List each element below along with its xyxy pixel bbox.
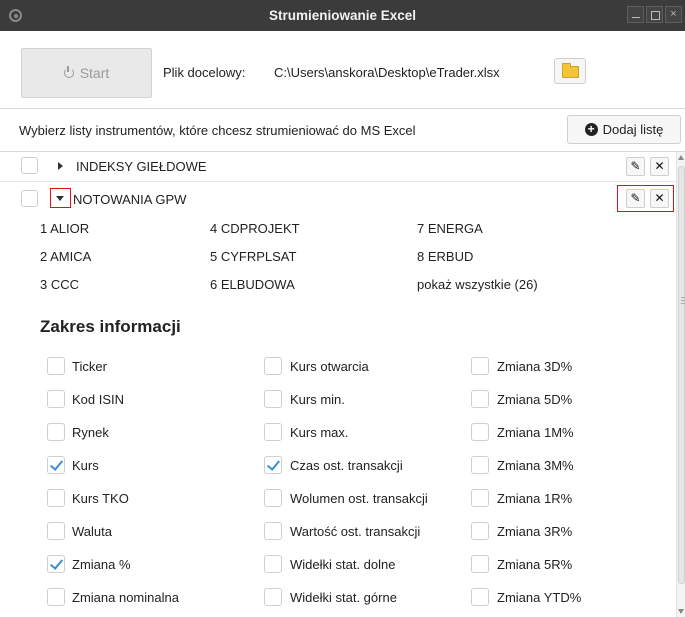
option-checkbox[interactable]	[264, 456, 282, 474]
close-icon: ✕	[654, 159, 665, 173]
option-label: Wartość ost. transakcji	[290, 524, 421, 539]
instrument-item[interactable]: 1 ALIOR	[40, 221, 89, 236]
option-label: Zmiana 3M%	[497, 458, 574, 473]
option-checkbox[interactable]	[47, 423, 65, 441]
option-label: Zmiana %	[72, 557, 131, 572]
group-name-notowania: NOTOWANIA GPW	[73, 192, 187, 207]
scrollbar-thumb[interactable]	[678, 166, 685, 584]
instrument-list-panel: INDEKSY GIEŁDOWE ✎ ✕ NOTOWANIA GPW ✎ ✕ 1…	[0, 152, 676, 617]
option-checkbox[interactable]	[471, 555, 489, 573]
option-label: Kod ISIN	[72, 392, 125, 407]
option-checkbox[interactable]	[47, 390, 65, 408]
option-checkbox[interactable]	[264, 588, 282, 606]
add-list-button[interactable]: + Dodaj listę	[567, 115, 681, 144]
minimize-button[interactable]	[627, 6, 644, 23]
option-checkbox[interactable]	[264, 357, 282, 375]
browse-folder-button[interactable]	[554, 58, 586, 84]
option-checkbox[interactable]	[471, 588, 489, 606]
info-section-title: Zakres informacji	[40, 317, 181, 336]
option-checkbox[interactable]	[264, 423, 282, 441]
instrument-item[interactable]: 5 CYFRPLSAT	[210, 249, 296, 264]
start-button-label: Start	[79, 65, 110, 81]
option-checkbox[interactable]	[264, 555, 282, 573]
option-label: Zmiana 5R%	[497, 557, 573, 572]
grip-line	[681, 297, 685, 298]
option-label: Wolumen ost. transakcji	[290, 491, 428, 506]
maximize-button[interactable]	[646, 6, 663, 23]
option-checkbox[interactable]	[471, 489, 489, 507]
instructions-text: Wybierz listy instrumentów, które chcesz…	[19, 123, 416, 138]
option-checkbox[interactable]	[264, 489, 282, 507]
instrument-item[interactable]: 7 ENERGA	[417, 221, 483, 236]
show-all-link[interactable]: pokaż wszystkie (26)	[417, 277, 538, 292]
option-checkbox[interactable]	[471, 357, 489, 375]
grip-line	[681, 303, 685, 304]
group-checkbox-notowania[interactable]	[21, 190, 38, 207]
pencil-icon: ✎	[630, 191, 641, 205]
option-label: Widełki stat. górne	[290, 590, 397, 605]
option-checkbox[interactable]	[47, 588, 65, 606]
title-bar: Strumieniowanie Excel ×	[0, 0, 685, 31]
option-checkbox[interactable]	[471, 423, 489, 441]
target-file-path: C:\Users\anskora\Desktop\eTrader.xlsx	[274, 65, 500, 80]
collapse-arrow-icon[interactable]	[50, 188, 71, 208]
plus-circle-icon: +	[584, 123, 598, 136]
edit-group-button[interactable]: ✎	[626, 189, 645, 208]
instrument-item[interactable]: 2 AMICA	[40, 249, 91, 264]
option-label: Kurs otwarcia	[290, 359, 369, 374]
option-checkbox[interactable]	[471, 390, 489, 408]
option-checkbox[interactable]	[47, 456, 65, 474]
option-checkbox[interactable]	[47, 555, 65, 573]
divider	[0, 108, 685, 109]
edit-group-button[interactable]: ✎	[626, 157, 645, 176]
close-icon: ×	[670, 8, 677, 20]
add-list-label: Dodaj listę	[602, 122, 664, 137]
row-divider	[0, 181, 676, 182]
option-label: Zmiana nominalna	[72, 590, 179, 605]
option-checkbox[interactable]	[264, 390, 282, 408]
option-checkbox[interactable]	[47, 357, 65, 375]
option-label: Zmiana 3R%	[497, 524, 573, 539]
vertical-scrollbar[interactable]	[676, 152, 685, 617]
option-label: Kurs min.	[290, 392, 345, 407]
option-label: Widełki stat. dolne	[290, 557, 396, 572]
option-label: Ticker	[72, 359, 107, 374]
close-icon: ✕	[654, 191, 665, 205]
instrument-item[interactable]: 4 CDPROJEKT	[210, 221, 300, 236]
close-window-button[interactable]: ×	[665, 6, 682, 23]
option-label: Zmiana 5D%	[497, 392, 573, 407]
remove-group-button[interactable]: ✕	[650, 189, 669, 208]
instrument-item[interactable]: 3 CCC	[40, 277, 79, 292]
option-label: Zmiana 3D%	[497, 359, 573, 374]
option-checkbox[interactable]	[47, 522, 65, 540]
folder-icon	[562, 63, 579, 78]
power-icon	[63, 66, 74, 78]
option-checkbox[interactable]	[264, 522, 282, 540]
option-label: Czas ost. transakcji	[290, 458, 403, 473]
option-label: Waluta	[72, 524, 112, 539]
target-file-label: Plik docelowy:	[163, 65, 246, 80]
expand-arrow-icon[interactable]	[58, 162, 63, 170]
option-label: Kurs	[72, 458, 99, 473]
option-label: Kurs TKO	[72, 491, 129, 506]
start-button[interactable]: Start	[21, 48, 152, 98]
scroll-up-icon[interactable]	[678, 155, 684, 160]
instrument-item[interactable]: 8 ERBUD	[417, 249, 473, 264]
option-label: Kurs max.	[290, 425, 349, 440]
option-label: Zmiana YTD%	[497, 590, 582, 605]
scroll-down-icon[interactable]	[678, 609, 684, 614]
group-name-indeksy: INDEKSY GIEŁDOWE	[76, 159, 207, 174]
pencil-icon: ✎	[630, 159, 641, 173]
option-label: Zmiana 1M%	[497, 425, 574, 440]
option-label: Rynek	[72, 425, 109, 440]
option-checkbox[interactable]	[471, 456, 489, 474]
option-label: Zmiana 1R%	[497, 491, 573, 506]
option-checkbox[interactable]	[47, 489, 65, 507]
group-checkbox-indeksy[interactable]	[21, 157, 38, 174]
window-title: Strumieniowanie Excel	[268, 8, 417, 23]
instrument-item[interactable]: 6 ELBUDOWA	[210, 277, 295, 292]
grip-line	[681, 300, 685, 301]
option-checkbox[interactable]	[471, 522, 489, 540]
remove-group-button[interactable]: ✕	[650, 157, 669, 176]
